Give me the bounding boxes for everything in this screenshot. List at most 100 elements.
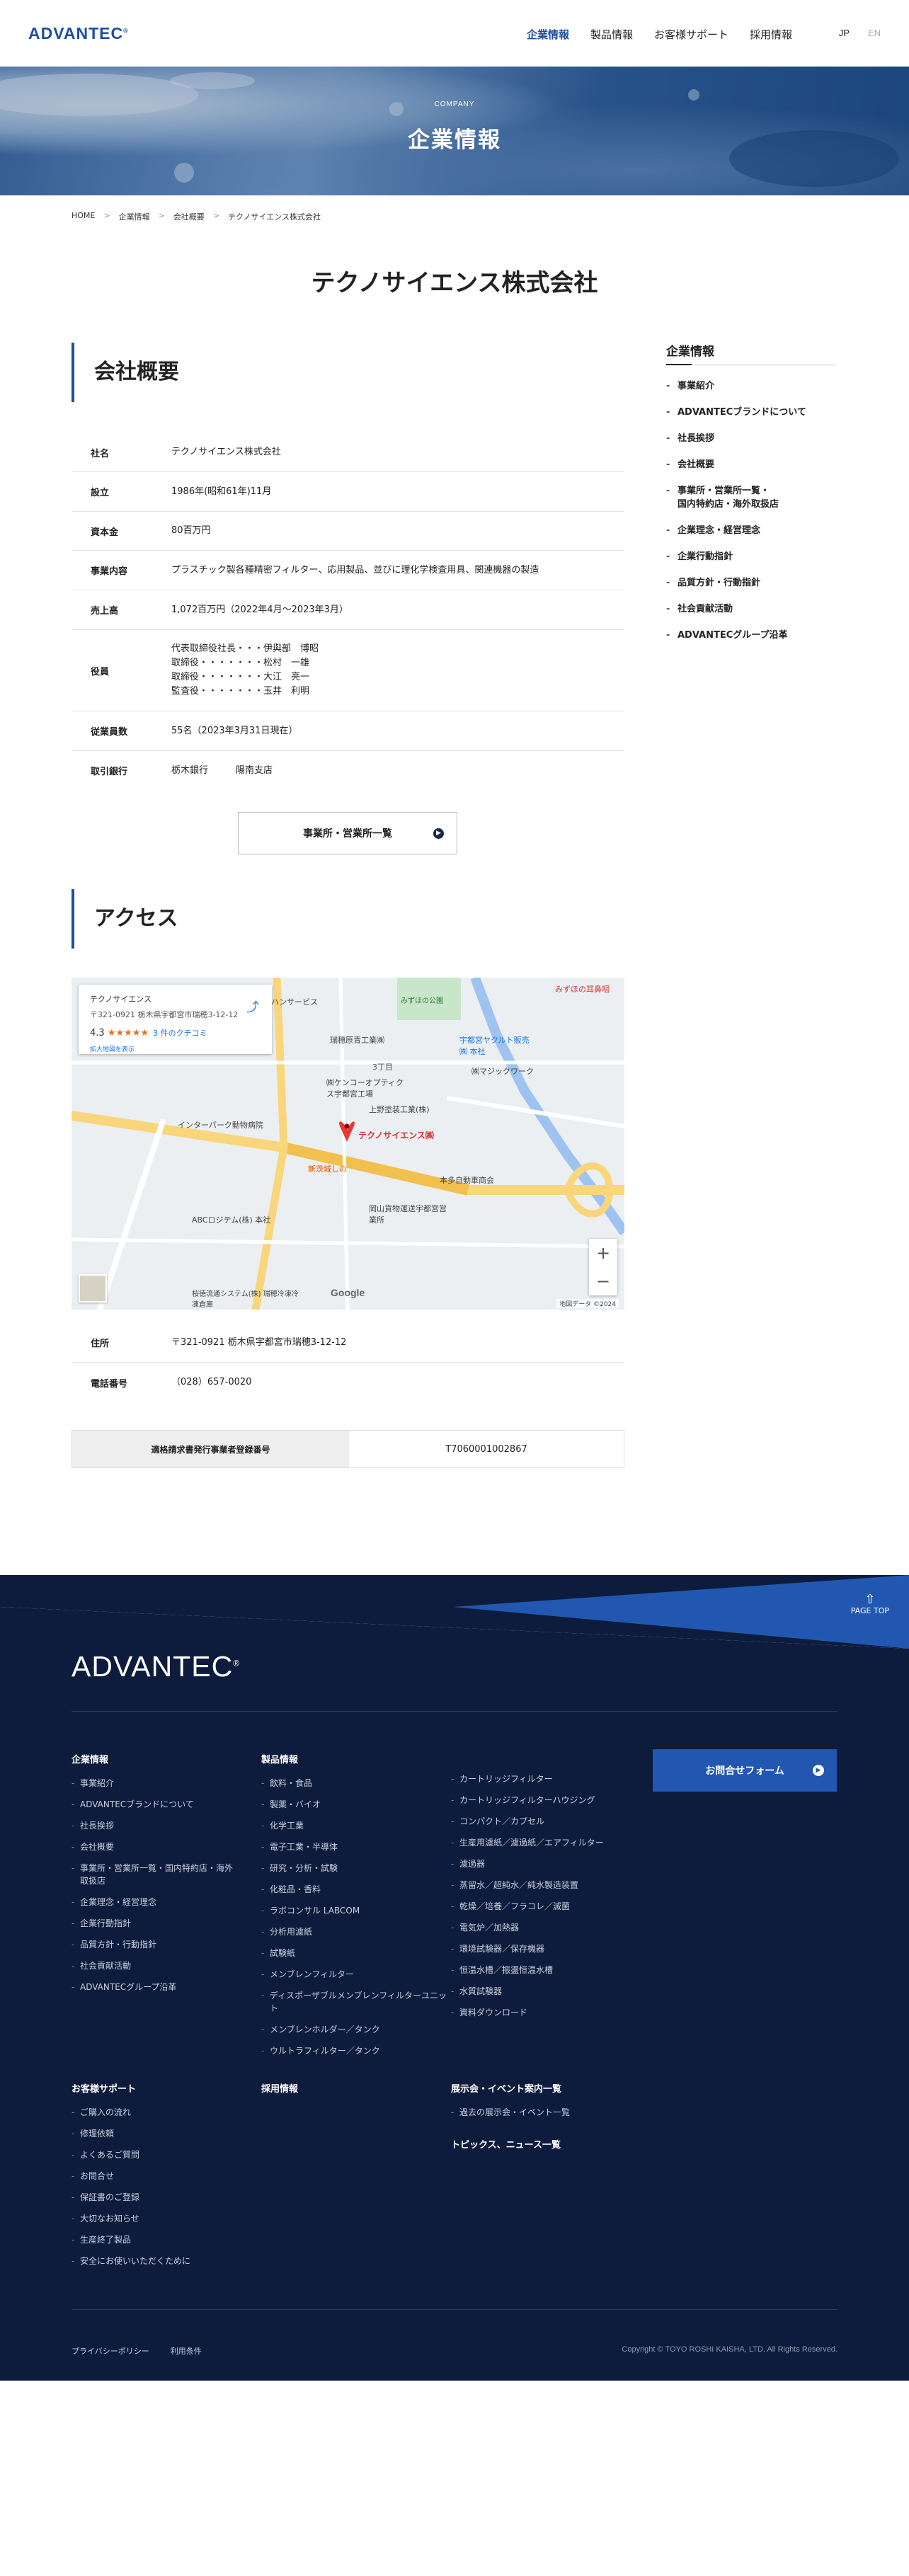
breadcrumb-overview[interactable]: 会社概要 [173,211,205,222]
footer-link[interactable]: 生産終了製品 [72,2233,234,2246]
footer-col-products-2: カートリッジフィルター カートリッジフィルターハウジング コンパクト／カプセル … [451,1773,635,2027]
footer-link[interactable]: 試験紙 [261,1947,449,1959]
footer-link[interactable]: 蒸留水／超純水／純水製造装置 [451,1879,635,1891]
star-rating-icon: ★★★★★ [107,1028,149,1038]
footer-link[interactable]: 化粧品・香料 [261,1883,449,1896]
map-layer-toggle[interactable] [79,1274,107,1303]
footer-link[interactable]: 生産用濾紙／濾過紙／エアフィルター [451,1836,635,1849]
sidebar-item[interactable]: 企業理念・経営理念 [666,524,836,537]
footer-col-events: 展示会・イベント案内一覧 過去の展示会・イベント一覧 トピックス、ニュース一覧 [451,2081,642,2151]
sidebar-item[interactable]: 事業所・営業所一覧・ 国内特約店・海外取扱店 [666,484,836,511]
office-list-button[interactable]: 事業所・営業所一覧 ▶ [238,812,457,854]
footer-link[interactable]: ADVANTECブランドについて [72,1798,234,1811]
language-switch: JP EN [839,28,881,38]
table-row: 事業内容 プラスチック製各種精密フィルター、応用製品、並びに理化学検査用具、関連機… [72,551,624,590]
footer-link[interactable]: 企業理念・経営理念 [72,1896,234,1908]
footer-link[interactable]: ウルトラフィルター／タンク [261,2044,449,2057]
larger-map-link[interactable]: 拡大地図を表示 [90,1044,261,1053]
table-row: 従業員数 55名（2023年3月31日現在） [72,711,624,751]
sidebar-item[interactable]: 社長挨拶 [666,432,836,445]
map-label: ハンサービス [271,997,318,1007]
breadcrumb-separator: > [103,211,110,220]
nav-products[interactable]: 製品情報 [590,27,633,42]
footer-link[interactable]: 社長挨拶 [72,1819,234,1832]
sidebar-item[interactable]: ADVANTECブランドについて [666,406,836,419]
footer-link[interactable]: メンブレンホルダー／タンク [261,2023,449,2036]
place-name: テクノサイエンス [90,995,152,1004]
footer-link[interactable]: ADVANTECグループ沿革 [72,1981,234,1993]
google-map[interactable]: テクノサイエンス㈱ ハンサービス みずほの耳鼻咽 瑞穂原青工業㈱ 宇都宮ヤクルト… [72,978,624,1310]
invoice-registration: 適格請求書発行事業者登録番号 T7060001002867 [72,1430,624,1468]
page-top-button[interactable]: ⇧ PAGE TOP [851,1593,889,1616]
nav-company[interactable]: 企業情報 [527,27,569,42]
sidebar-item[interactable]: 社会貢献活動 [666,602,836,616]
lang-jp[interactable]: JP [839,28,850,38]
footer-link[interactable]: ご購入の流れ [72,2106,234,2119]
footer-link[interactable]: よくあるご質問 [72,2148,234,2161]
footer-link[interactable]: カートリッジフィルター [451,1773,635,1785]
footer-link[interactable]: 環境試験器／保存機器 [451,1942,635,1955]
footer-link[interactable]: 企業行動指針 [72,1917,234,1930]
map-label: みずほの公園 [401,997,443,1005]
footer-topics-link[interactable]: トピックス、ニュース一覧 [451,2137,642,2151]
footer-logo[interactable]: ADVANTEC® [72,1650,240,1683]
footer-col-company: 企業情報 事業紹介 ADVANTECブランドについて 社長挨拶 会社概要 事業所… [72,1752,234,2002]
footer-link[interactable]: 会社概要 [72,1841,234,1853]
hero-subtitle: COMPANY [434,101,475,108]
site-logo[interactable]: ADVANTEC® [28,24,129,43]
footer-link[interactable]: 保証書のご登録 [72,2191,234,2204]
reviews-link[interactable]: 3 件のクチコミ [153,1029,207,1038]
footer-link[interactable]: 飲料・食品 [261,1777,449,1790]
footer-link[interactable]: 安全にお使いいただくために [72,2255,234,2267]
footer-link[interactable]: ディスポーザブルメンブレンフィルターユニット [261,1989,449,2015]
sidebar-item[interactable]: 品質方針・行動指針 [666,576,836,590]
footer-link[interactable]: 研究・分析・試験 [261,1862,449,1874]
footer-link[interactable]: コンパクト／カプセル [451,1815,635,1828]
footer-link[interactable]: 乾燥／培養／フラコレ／滅菌 [451,1900,635,1913]
table-row: 電話番号 （028）657-0020 [91,1377,252,1390]
footer-link[interactable]: 濾過器 [451,1857,635,1870]
contact-form-button[interactable]: お問合せフォーム ▶ [653,1749,837,1792]
footer-link[interactable]: カートリッジフィルターハウジング [451,1794,635,1807]
footer-col-support: お客様サポート ご購入の流れ 修理依頼 よくあるご質問 お問合せ 保証書のご登録… [72,2081,234,2276]
footer-link[interactable]: 分析用濾紙 [261,1925,449,1938]
nav-support[interactable]: お客様サポート [654,27,728,42]
footer-link[interactable]: 化学工業 [261,1819,449,1832]
footer-link[interactable]: メンブレンフィルター [261,1968,449,1981]
footer-link[interactable]: 事業所・営業所一覧・国内特約店・海外取扱店 [72,1862,234,1887]
footer-link[interactable]: ラボコンサル LABCOM [261,1904,449,1917]
footer-link[interactable]: 過去の展示会・イベント一覧 [451,2106,642,2119]
footer-link[interactable]: 電気炉／加熱器 [451,1921,635,1934]
overview-heading: 会社概要 [72,343,179,402]
sidebar-item[interactable]: 会社概要 [666,458,836,471]
table-row: 設立 1986年(昭和61年)11月 [72,472,624,512]
sidebar-item[interactable]: ADVANTECグループ沿革 [666,629,836,642]
footer-link[interactable]: 資料ダウンロード [451,2006,635,2019]
footer-link[interactable]: お問合せ [72,2170,234,2182]
nav-recruit[interactable]: 採用情報 [750,27,792,42]
privacy-policy-link[interactable]: プライバシーポリシー [72,2345,149,2357]
sidebar-item[interactable]: 事業紹介 [666,379,836,393]
breadcrumb-company[interactable]: 企業情報 [119,211,150,222]
terms-link[interactable]: 利用条件 [171,2345,202,2357]
footer-link[interactable]: 恒温水槽／振盪恒温水槽 [451,1964,635,1976]
footer-link[interactable]: 事業紹介 [72,1777,234,1790]
footer-link[interactable]: 製薬・バイオ [261,1798,449,1811]
site-header: ADVANTEC® 企業情報 製品情報 お客様サポート 採用情報 JP EN [0,0,909,67]
footer-link[interactable]: 電子工業・半導体 [261,1841,449,1853]
sidebar-item[interactable]: 企業行動指針 [666,550,836,563]
footer-link[interactable]: 大切なお知らせ [72,2212,234,2225]
map-place-card: テクノサイエンス 〒321-0921 栃木県宇都宮市瑞穂3-12-12 4.3 … [79,985,272,1054]
sidebar: 企業情報 事業紹介 ADVANTECブランドについて 社長挨拶 会社概要 事業所… [666,341,836,655]
lang-en[interactable]: EN [868,28,881,38]
footer-link[interactable]: 水質試験器 [451,1985,635,1998]
directions-icon[interactable]: ⤴ [246,997,259,1016]
zoom-out-button[interactable]: − [589,1267,617,1295]
arrow-right-icon: ▶ [813,1765,824,1776]
breadcrumb-home[interactable]: HOME [72,211,95,222]
zoom-in-button[interactable]: + [589,1239,617,1267]
footer-link[interactable]: 品質方針・行動指針 [72,1938,234,1951]
footer-link[interactable]: 修理依頼 [72,2127,234,2140]
table-row: 資本金 80百万円 [72,512,624,551]
footer-link[interactable]: 社会貢献活動 [72,1959,234,1972]
